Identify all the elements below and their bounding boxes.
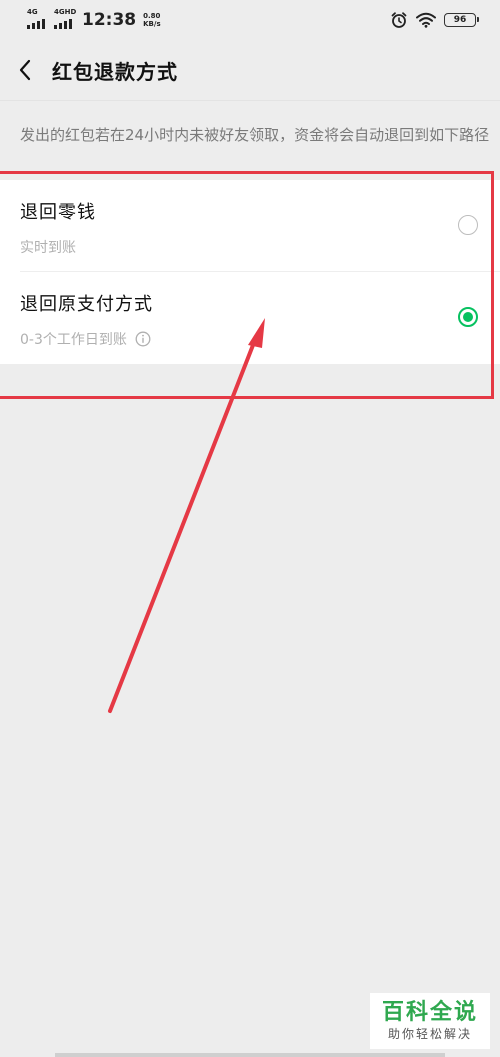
back-button[interactable] xyxy=(0,45,50,95)
option-subtitle-text: 实时到账 xyxy=(20,240,76,256)
speed-unit: KB/s xyxy=(143,20,161,28)
option-refund-to-original-payment[interactable]: 退回原支付方式 0-3个工作日到账 xyxy=(0,272,500,364)
network-type-1: 4G xyxy=(27,8,38,16)
clock-time: 12:38 xyxy=(82,10,137,30)
option-title: 退回原支付方式 xyxy=(20,294,153,315)
network-speed: 0.80 KB/s xyxy=(143,12,160,28)
watermark-main: 百科全说 xyxy=(381,1000,478,1025)
refund-description: 发出的红包若在24小时内未被好友领取，资金将会自动退回到如下路径 xyxy=(20,126,490,144)
watermark-sub: 助你轻松解决 xyxy=(387,1027,472,1041)
alarm-icon xyxy=(391,12,407,28)
wifi-icon xyxy=(416,12,436,28)
annotation-arrow xyxy=(108,318,265,713)
signal-icon-2: 4GHD xyxy=(53,8,77,29)
nav-bar: 红包退款方式 xyxy=(0,40,500,100)
option-subtitle-text: 0-3个工作日到账 xyxy=(20,332,127,348)
signal-icon: 4G xyxy=(26,8,48,29)
network-type-2: 4GHD xyxy=(54,8,77,16)
option-subtitle: 0-3个工作日到账 xyxy=(20,329,151,349)
back-arrow-icon xyxy=(19,59,31,81)
status-bar-left: 4G 4GHD 12:38 0.80 KB/s xyxy=(26,8,161,30)
option-refund-to-balance[interactable]: 退回零钱 实时到账 xyxy=(0,180,500,272)
battery-level: 96 xyxy=(453,15,467,25)
info-icon[interactable] xyxy=(135,331,151,347)
speed-value: 0.80 xyxy=(143,12,161,20)
option-title: 退回零钱 xyxy=(20,202,96,223)
radio-checked[interactable] xyxy=(458,307,478,327)
nav-divider xyxy=(0,100,500,101)
status-bar: 4G 4GHD 12:38 0.80 KB/s 96 xyxy=(0,0,500,40)
option-subtitle: 实时到账 xyxy=(20,237,76,257)
refund-options-card: 退回零钱 实时到账 退回原支付方式 0-3个工作日到账 xyxy=(0,180,500,364)
page-title: 红包退款方式 xyxy=(52,59,178,84)
radio-unchecked[interactable] xyxy=(458,215,478,235)
battery-icon: 96 xyxy=(444,13,479,27)
watermark-logo: 百科全说 助你轻松解决 xyxy=(370,993,490,1049)
status-bar-right: 96 xyxy=(390,11,479,29)
gesture-bar xyxy=(55,1053,445,1057)
